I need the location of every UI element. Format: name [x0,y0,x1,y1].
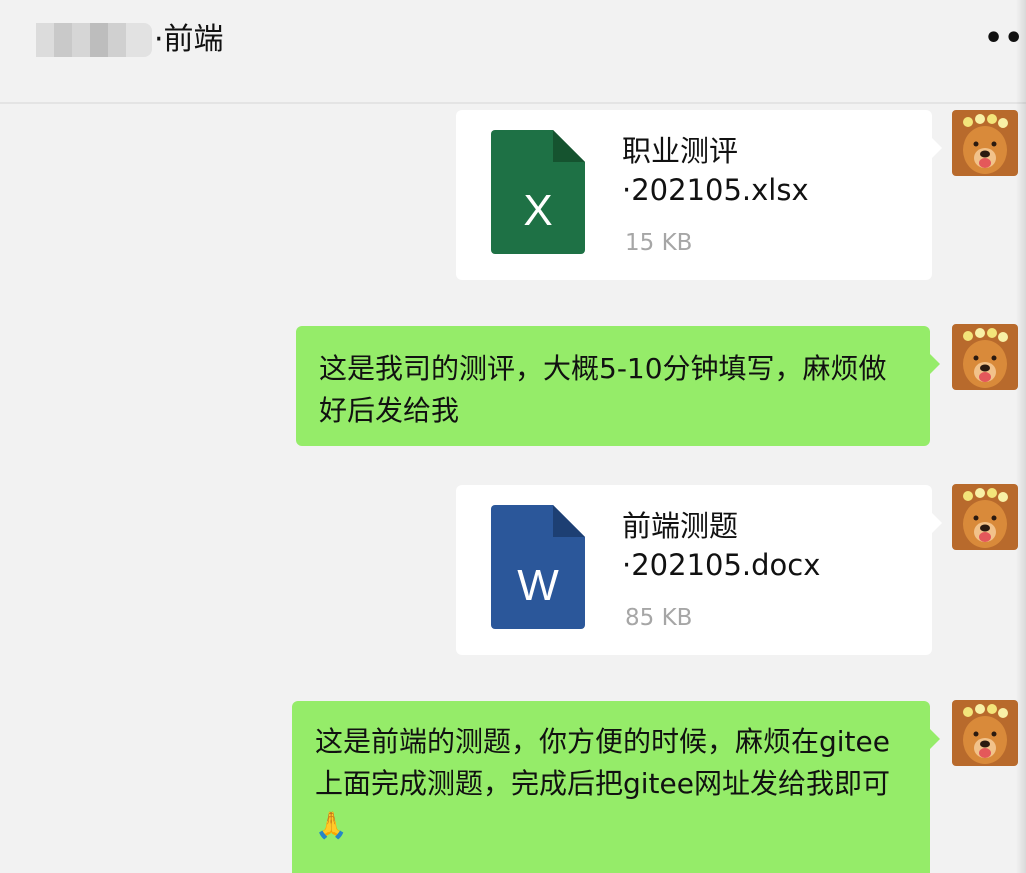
chat-title: ·前端 [154,22,224,57]
chat-header: ·前端 ••• [0,0,1026,104]
dog-avatar-icon [952,324,1018,390]
file-message-docx[interactable]: W 前端测题 ·202105.docx 85 KB [456,485,942,655]
avatar[interactable] [952,700,1018,766]
word-file-icon: W [491,505,585,629]
avatar[interactable] [952,110,1018,176]
message-line: 上面完成测题，完成后把gitee网址发给我即可 [315,767,890,800]
dog-avatar-icon [952,484,1018,550]
file-name: 前端测题 ·202105.docx [622,507,912,585]
file-name-line2: ·202105.xlsx [622,173,809,207]
file-name-line1: 前端测题 [622,509,739,543]
file-size: 15 KB [625,230,693,256]
file-size: 85 KB [625,605,693,631]
message-line: 好后发给我 [319,394,460,427]
text-message[interactable]: 这是我司的测评，大概5-10分钟填写，麻烦做 好后发给我 [296,326,940,446]
blurred-name [36,23,152,57]
message-line: 这是前端的测题，你方便的时候，麻烦在gitee [315,725,890,758]
file-message-xlsx[interactable]: X 职业测评 ·202105.xlsx 15 KB [456,110,942,280]
window-edge-shadow [1016,0,1026,873]
excel-file-icon: X [491,130,585,254]
chat-window: ·前端 ••• X 职业测评·202105.xlsx 15 KB 这是我 [0,0,1026,873]
svg-text:X: X [523,186,552,235]
avatar[interactable] [952,484,1018,550]
text-message[interactable]: 这是前端的测题，你方便的时候，麻烦在gitee 上面完成测题，完成后把gitee… [292,701,940,873]
file-name: 职业测评 ·202105.xlsx [622,132,912,210]
message-line: 这是我司的测评，大概5-10分钟填写，麻烦做 [319,352,887,385]
file-name-line2: ·202105.docx [622,548,821,582]
avatar[interactable] [952,324,1018,390]
dog-avatar-icon [952,700,1018,766]
file-name-line1: 职业测评 [622,134,739,168]
praying-hands-emoji: 🙏 [315,811,348,841]
svg-text:W: W [517,561,559,610]
chat-name: ·前端 [36,20,224,60]
dog-avatar-icon [952,110,1018,176]
